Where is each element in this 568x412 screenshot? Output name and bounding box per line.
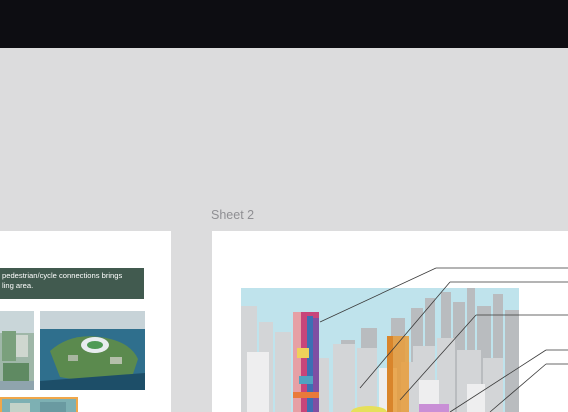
- stadium-aerial-thumbnail: [40, 311, 145, 390]
- site-render-image: [0, 311, 34, 390]
- top-bar: [0, 0, 568, 48]
- site-render-image: [0, 397, 78, 412]
- text-callout-box: pedestrian/cycle connections brings ling…: [0, 268, 144, 299]
- annotation-leader-lines: [319, 267, 568, 412]
- stadium-aerial-image: [40, 311, 145, 390]
- site-render-thumbnail: [0, 311, 34, 390]
- callout-line-2: ling area.: [2, 281, 34, 290]
- site-render-thumbnail-selected: [0, 397, 78, 412]
- sheet-2-label[interactable]: Sheet 2: [211, 208, 254, 222]
- callout-line-1: pedestrian/cycle connections brings: [2, 271, 123, 280]
